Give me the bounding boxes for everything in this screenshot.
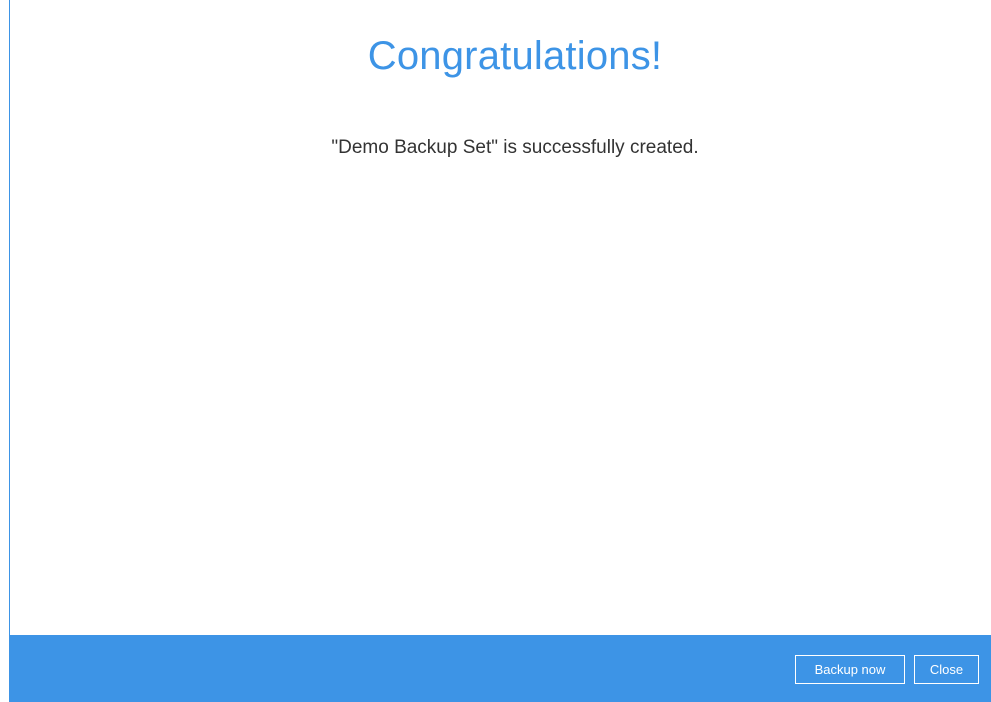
congratulations-title: Congratulations! <box>367 34 663 78</box>
success-message: "Demo Backup Set" is successfully create… <box>331 137 699 158</box>
dialog-footer: Backup now Close <box>9 635 991 702</box>
close-button[interactable]: Close <box>914 655 979 684</box>
backup-now-button[interactable]: Backup now <box>795 655 905 684</box>
backup-set-created-dialog: Congratulations! "Demo Backup Set" is su… <box>0 0 991 702</box>
dialog-content: Congratulations! "Demo Backup Set" is su… <box>10 0 991 635</box>
